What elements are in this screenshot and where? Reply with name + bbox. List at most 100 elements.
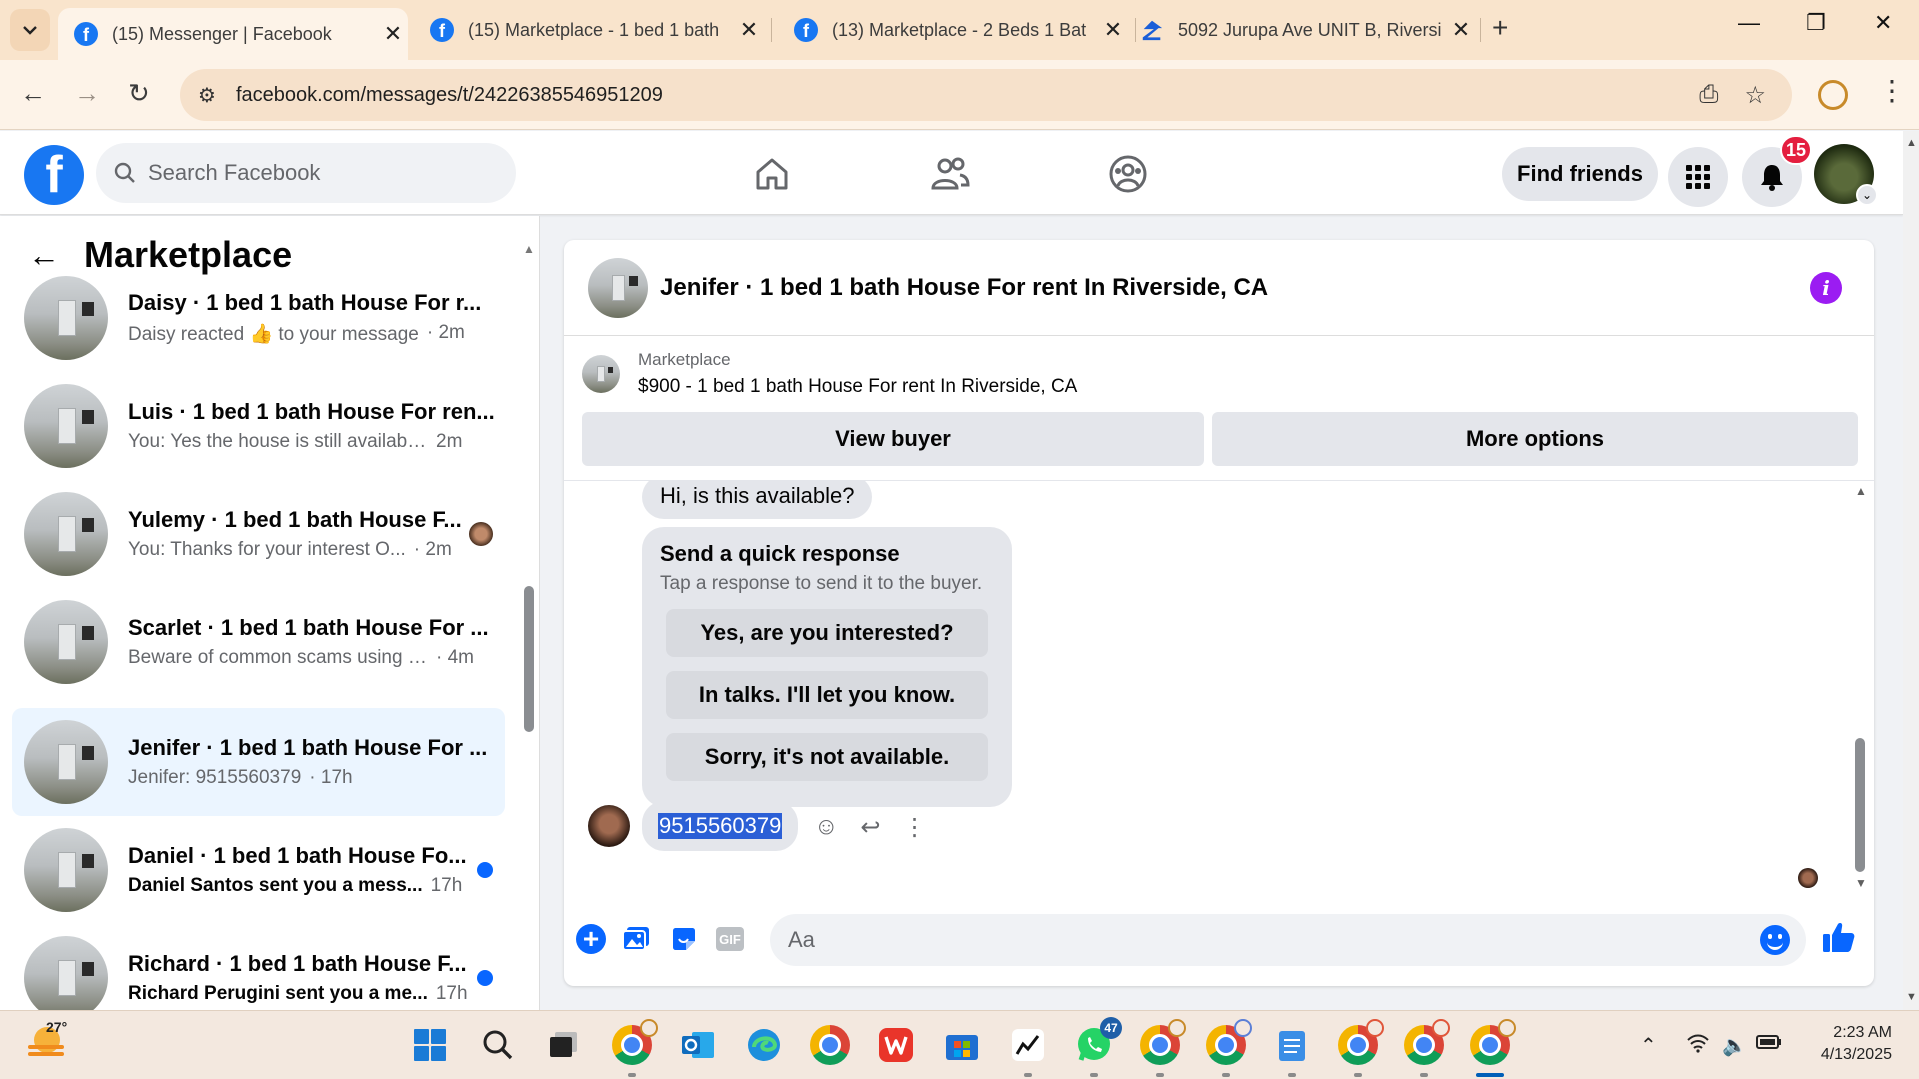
tab-marketplace-2[interactable]: f (13) Marketplace - 2 Beds 1 Bat ✕: [778, 8, 1128, 52]
notepad-icon[interactable]: [1272, 1025, 1312, 1077]
listing-thumbnail: [24, 492, 108, 576]
conversation-item[interactable]: Daisy · 1 bed 1 bath House For r... Dais…: [12, 264, 505, 372]
system-clock[interactable]: 2:23 AM 4/13/2025: [1808, 1022, 1892, 1066]
photo-icon[interactable]: [620, 923, 652, 955]
thumbs-up-icon[interactable]: [1822, 921, 1856, 961]
close-window-button[interactable]: ✕: [1874, 10, 1892, 36]
home-icon[interactable]: [742, 147, 802, 201]
scroll-down-icon[interactable]: ▼: [1855, 876, 1867, 890]
wifi-icon[interactable]: [1686, 1033, 1710, 1059]
conversation-time: · 2m: [413, 539, 452, 560]
conversation-item[interactable]: Luis · 1 bed 1 bath House For ren... You…: [12, 372, 505, 480]
close-tab-icon[interactable]: ✕: [734, 17, 764, 43]
groups-icon[interactable]: [1098, 147, 1158, 201]
chrome-profile-icon[interactable]: [1404, 1019, 1450, 1077]
chat-title[interactable]: Jenifer · 1 bed 1 bath House For rent In…: [660, 274, 1268, 302]
more-vertical-icon[interactable]: ⋮: [903, 813, 927, 842]
url-text[interactable]: facebook.com/messages/t/2422638554695120…: [236, 84, 1699, 107]
scroll-up-icon[interactable]: ▲: [1855, 484, 1867, 498]
site-info-icon[interactable]: ⚙: [198, 83, 216, 108]
install-app-icon[interactable]: ⎙: [1699, 81, 1718, 109]
stock-app-icon[interactable]: [1008, 1025, 1048, 1077]
close-tab-icon[interactable]: ✕: [378, 21, 408, 47]
message-input[interactable]: [788, 927, 1760, 953]
chrome-profile-icon[interactable]: [1206, 1019, 1252, 1077]
tab-messenger[interactable]: f (15) Messenger | Facebook ✕: [58, 8, 408, 60]
browser-menu-icon[interactable]: ⋮: [1878, 74, 1906, 107]
chrome-profile-icon[interactable]: [1140, 1019, 1186, 1077]
minimize-button[interactable]: —: [1738, 10, 1760, 36]
emoji-icon[interactable]: [1760, 925, 1790, 955]
listing-summary[interactable]: Marketplace $900 - 1 bed 1 bath House Fo…: [582, 350, 1077, 398]
microsoft-store-icon[interactable]: [942, 1025, 982, 1065]
task-view-icon[interactable]: [544, 1025, 584, 1065]
chrome-profile-icon[interactable]: [1338, 1019, 1384, 1077]
info-icon[interactable]: i: [1810, 272, 1842, 304]
listing-thumbnail[interactable]: [588, 257, 648, 318]
selected-phone-number[interactable]: 9515560379: [658, 813, 783, 839]
address-bar[interactable]: ⚙ facebook.com/messages/t/24226385546951…: [180, 69, 1792, 121]
listing-thumbnail: [24, 720, 108, 804]
reply-icon[interactable]: ↩: [861, 813, 881, 842]
sidebar-scrollbar[interactable]: ▲ ▼: [522, 240, 536, 1010]
view-buyer-button[interactable]: View buyer: [582, 412, 1204, 466]
tab-zillow[interactable]: 5092 Jurupa Ave UNIT B, Riversi ✕: [1124, 8, 1476, 52]
message-input-box[interactable]: [770, 914, 1806, 966]
plus-icon[interactable]: +: [576, 923, 606, 954]
scrollbar-thumb[interactable]: [1855, 738, 1865, 872]
conversation-item[interactable]: Daniel · 1 bed 1 bath House Fo... Daniel…: [12, 816, 505, 924]
facebook-logo-icon[interactable]: f: [24, 145, 84, 205]
conversation-snippet: You: Yes the house is still available ..…: [128, 431, 428, 452]
tab-search-button[interactable]: [10, 9, 50, 51]
close-tab-icon[interactable]: ✕: [1446, 17, 1476, 43]
conversation-item-selected[interactable]: Jenifer · 1 bed 1 bath House For ... Jen…: [12, 708, 505, 816]
chevron-up-icon[interactable]: ⌃: [1640, 1033, 1657, 1058]
windows-start-icon[interactable]: [410, 1025, 450, 1065]
wps-office-icon[interactable]: [876, 1025, 916, 1065]
forward-arrow-icon[interactable]: →: [74, 78, 100, 109]
battery-icon[interactable]: [1756, 1033, 1782, 1056]
chrome-icon[interactable]: [810, 1025, 850, 1065]
search-placeholder[interactable]: Search Facebook: [148, 160, 320, 186]
quick-response-not-available-button[interactable]: Sorry, it's not available.: [666, 733, 988, 781]
quick-response-in-talks-button[interactable]: In talks. I'll let you know.: [666, 671, 988, 719]
outlook-icon[interactable]: [678, 1025, 718, 1065]
listing-thumbnail: [24, 384, 108, 468]
back-arrow-icon[interactable]: ←: [20, 78, 46, 109]
bookmark-star-icon[interactable]: ☆: [1744, 81, 1766, 110]
chrome-active-icon[interactable]: [1470, 1019, 1516, 1077]
conversation-item[interactable]: Richard · 1 bed 1 bath House F... Richar…: [12, 924, 505, 1010]
conversation-item[interactable]: Yulemy · 1 bed 1 bath House F... You: Th…: [12, 480, 505, 588]
tab-marketplace-1[interactable]: f (15) Marketplace - 1 bed 1 bath ✕: [414, 8, 764, 52]
listing-thumbnail: [582, 355, 620, 393]
gif-icon[interactable]: GIF: [716, 927, 744, 951]
weather-widget[interactable]: 27°: [26, 1019, 67, 1063]
facebook-icon: f: [74, 22, 98, 46]
profile-icon[interactable]: [1818, 80, 1848, 110]
tab-title: (15) Marketplace - 1 bed 1 bath: [468, 19, 720, 40]
find-friends-button[interactable]: Find friends: [1502, 147, 1658, 201]
page-scrollbar[interactable]: ▲ ▼: [1903, 131, 1919, 1010]
restore-button[interactable]: ❐: [1806, 10, 1826, 36]
reload-icon[interactable]: ↻: [128, 78, 150, 109]
chrome-profile-icon[interactable]: [612, 1019, 658, 1077]
scroll-down-icon[interactable]: ▼: [1906, 991, 1917, 1003]
conversation-item[interactable]: Scarlet · 1 bed 1 bath House For ... Bew…: [12, 588, 505, 696]
sender-avatar[interactable]: [588, 805, 630, 847]
scroll-up-icon[interactable]: ▲: [523, 242, 535, 256]
edge-icon[interactable]: [744, 1025, 784, 1065]
quick-response-yes-button[interactable]: Yes, are you interested?: [666, 609, 988, 657]
more-options-button[interactable]: More options: [1212, 412, 1858, 466]
react-emoji-icon[interactable]: ☺: [814, 813, 839, 842]
whatsapp-icon[interactable]: 47: [1074, 1017, 1122, 1077]
scroll-up-icon[interactable]: ▲: [1906, 137, 1917, 149]
new-tab-button[interactable]: +: [1492, 12, 1508, 44]
menu-grid-icon[interactable]: [1668, 147, 1728, 207]
search-icon[interactable]: [478, 1025, 518, 1065]
sticker-icon[interactable]: [668, 923, 700, 955]
friends-icon[interactable]: [920, 147, 980, 201]
volume-icon[interactable]: 🔈: [1722, 1033, 1747, 1058]
scrollbar-thumb[interactable]: [524, 586, 534, 732]
search-bar[interactable]: Search Facebook: [96, 143, 516, 203]
account-avatar[interactable]: ⌄: [1814, 144, 1878, 206]
